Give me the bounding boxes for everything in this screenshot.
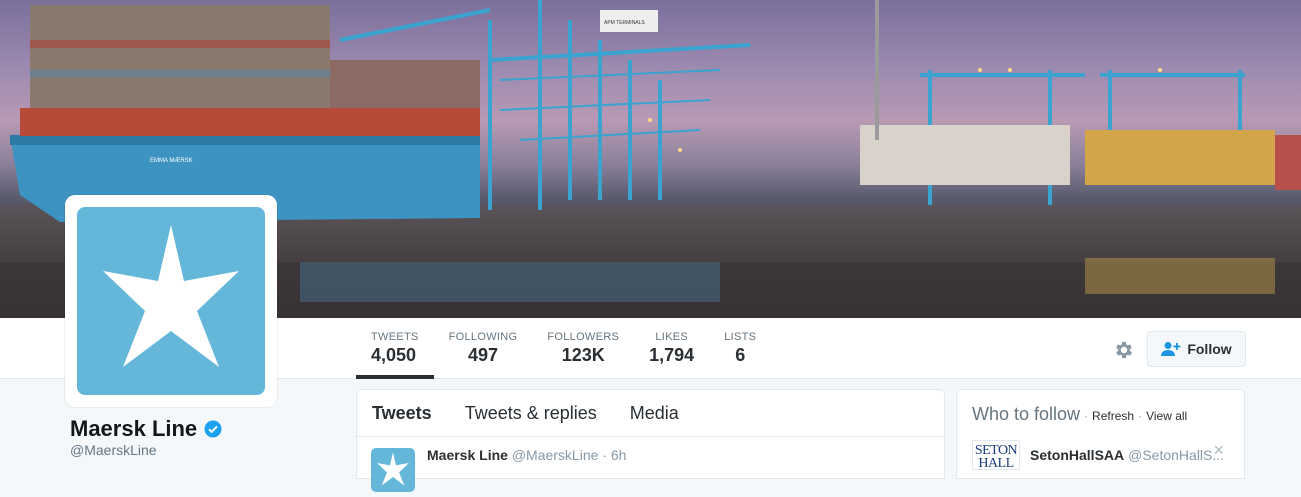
crane-sign: APM TERMINALS xyxy=(604,20,645,26)
tab-media[interactable]: Media xyxy=(630,403,679,424)
stat-label: LISTS xyxy=(724,331,757,343)
refresh-link[interactable]: Refresh xyxy=(1092,409,1134,423)
tweet-timestamp[interactable]: · 6h xyxy=(602,447,626,463)
profile-name: Maersk Line xyxy=(70,416,222,442)
tweet-item[interactable]: Maersk Line @MaerskLine · 6h xyxy=(357,437,944,492)
gear-icon[interactable] xyxy=(1113,339,1135,361)
timeline-card: Tweets Tweets & replies Media Maersk Lin… xyxy=(356,389,945,492)
follow-button[interactable]: Follow xyxy=(1147,331,1246,367)
stat-label: LIKES xyxy=(655,331,688,343)
stat-value: 6 xyxy=(735,345,746,365)
stat-tweets[interactable]: TWEETS 4,050 xyxy=(356,318,434,379)
verified-badge-icon xyxy=(204,420,222,438)
dismiss-icon[interactable]: × xyxy=(1213,440,1224,461)
timeline-tabs: Tweets Tweets & replies Media xyxy=(357,390,944,437)
profile-avatar[interactable] xyxy=(65,195,277,407)
follow-label: Follow xyxy=(1187,341,1232,357)
suggested-user-avatar[interactable]: SETON HALL xyxy=(972,440,1020,470)
stat-followers[interactable]: FOLLOWERS 123K xyxy=(532,318,634,379)
separator: · xyxy=(1138,409,1143,423)
stat-label: FOLLOWING xyxy=(448,331,518,343)
stat-value: 4,050 xyxy=(371,345,417,365)
who-to-follow-card: Who to follow · Refresh · View all SETON… xyxy=(956,389,1245,479)
stat-value: 123K xyxy=(561,345,605,365)
suggested-user[interactable]: SETON HALL SetonHallSAA @SetonHallS... × xyxy=(972,440,1234,470)
stat-following[interactable]: FOLLOWING 497 xyxy=(434,318,533,379)
stat-value: 1,794 xyxy=(649,345,695,365)
maersk-star-logo xyxy=(77,207,265,395)
profile-handle[interactable]: @MaerskLine xyxy=(70,442,157,458)
stat-value: 497 xyxy=(467,345,499,365)
separator: · xyxy=(1084,409,1089,423)
view-all-link[interactable]: View all xyxy=(1146,409,1187,423)
add-user-icon xyxy=(1161,342,1181,356)
tweet-avatar[interactable] xyxy=(371,448,415,492)
stat-label: FOLLOWERS xyxy=(547,331,620,343)
tweet-header: Maersk Line @MaerskLine · 6h xyxy=(427,447,626,463)
ship-name: EMMA MÆRSK xyxy=(150,158,193,164)
tweet-author-name[interactable]: Maersk Line xyxy=(427,447,508,463)
tab-tweets[interactable]: Tweets xyxy=(372,403,432,424)
tab-tweets-replies[interactable]: Tweets & replies xyxy=(465,403,597,424)
who-to-follow-title: Who to follow xyxy=(972,404,1081,424)
stat-label: TWEETS xyxy=(371,331,419,343)
suggested-user-handle[interactable]: @SetonHallS... xyxy=(1128,447,1224,463)
who-to-follow-header: Who to follow · Refresh · View all xyxy=(972,404,1229,425)
stat-likes[interactable]: LIKES 1,794 xyxy=(634,318,709,379)
stat-lists[interactable]: LISTS 6 xyxy=(709,318,771,379)
suggested-user-name[interactable]: SetonHallSAA xyxy=(1030,447,1124,463)
tweet-author-handle[interactable]: @MaerskLine xyxy=(512,447,599,463)
profile-display-name[interactable]: Maersk Line xyxy=(70,416,197,442)
profile-stats: TWEETS 4,050 FOLLOWING 497 FOLLOWERS 123… xyxy=(356,318,771,379)
